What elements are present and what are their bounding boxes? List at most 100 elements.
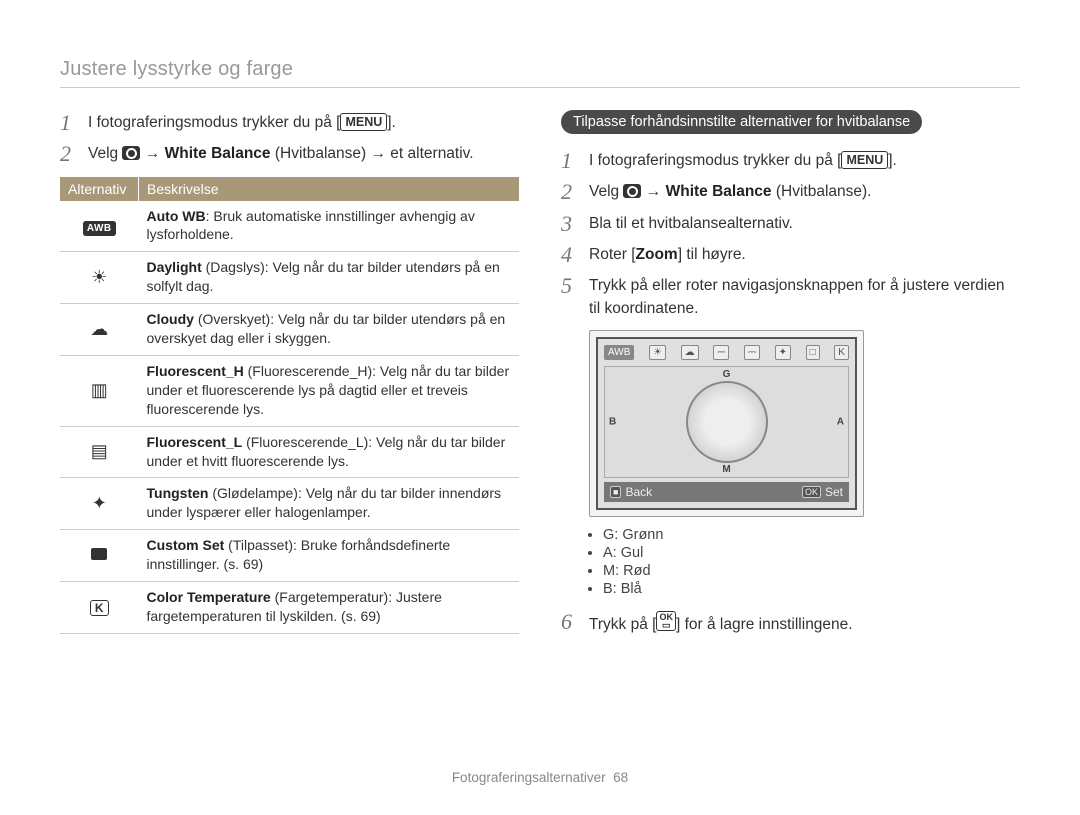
step-text: ] for å lagre innstillingene.	[676, 616, 853, 633]
step-number: 1	[561, 148, 579, 173]
option-paren: (Glødelampe)	[208, 485, 297, 501]
option-paren: (Tilpasset)	[224, 537, 293, 553]
menu-button-label: MENU	[340, 113, 387, 131]
table-row: ▥ Fluorescent_H (Fluorescerende_H): Velg…	[60, 355, 519, 426]
k-icon: K	[90, 600, 109, 616]
step-text: I fotograferingsmodus trykker du på [	[88, 114, 340, 131]
step-number: 1	[60, 110, 78, 135]
device-screenshot: AWB ☀ ☁ ⎓ ⎓ ✦ □ K G A M B	[589, 330, 864, 517]
step-text: Trykk på [	[589, 616, 656, 633]
axis-g: G	[723, 369, 731, 380]
step-text: Bla til et hvitbalansealternativ.	[589, 211, 1020, 235]
ok-icon: OK▭	[656, 611, 676, 631]
wb-icon-row: AWB ☀ ☁ ⎓ ⎓ ✦ □ K	[604, 345, 849, 360]
step-number: 6	[561, 609, 579, 634]
fluorescent-l-icon: ▤	[91, 442, 108, 460]
option-name: Daylight	[147, 259, 202, 275]
table-row: K Color Temperature (Fargetemperatur): J…	[60, 581, 519, 633]
step-text: (Hvitbalanse).	[772, 183, 872, 200]
table-row: ▤ Fluorescent_L (Fluorescerende_L): Velg…	[60, 426, 519, 478]
nav-wheel	[686, 381, 768, 463]
menu-button-label: MENU	[841, 151, 888, 169]
right-step-3: 3 Bla til et hvitbalansealternativ.	[561, 211, 1020, 236]
wb-icon: □	[806, 345, 820, 360]
options-table: Alternativ Beskrivelse AWB Auto WB: Bruk…	[60, 177, 519, 634]
option-paren: (Dagslys)	[202, 259, 265, 275]
option-name: Auto WB	[147, 208, 206, 224]
custom-set-icon	[91, 548, 107, 560]
step-text: → et alternativ.	[371, 145, 474, 162]
left-step-2: 2 Velg → White Balance (Hvitbalanse) → e…	[60, 141, 519, 166]
set-indicator: OKSet	[802, 485, 843, 499]
tungsten-icon: ✦	[92, 494, 107, 512]
right-step-2: 2 Velg → White Balance (Hvitbalanse).	[561, 179, 1020, 204]
option-name: Fluorescent_L	[147, 434, 243, 450]
table-header-description: Beskrivelse	[139, 177, 520, 201]
step-number: 2	[561, 179, 579, 204]
option-name: Fluorescent_H	[147, 363, 244, 379]
right-column: Tilpasse forhåndsinnstilte alternativer …	[561, 110, 1020, 756]
option-name: Color Temperature	[147, 589, 271, 605]
step-text: ].	[387, 114, 396, 131]
step-text: Trykk på eller roter navigasjonsknappen …	[589, 273, 1020, 320]
wb-icon: ⎓	[744, 345, 760, 360]
right-step-4: 4 Roter [Zoom] til høyre.	[561, 242, 1020, 267]
wb-icon: AWB	[604, 345, 634, 360]
wb-icon: K	[834, 345, 849, 360]
table-row: AWB Auto WB: Bruk automatiske innstillin…	[60, 201, 519, 252]
left-column: 1 I fotograferingsmodus trykker du på [M…	[60, 110, 519, 756]
table-row: ✦ Tungsten (Glødelampe): Velg når du tar…	[60, 478, 519, 530]
table-header-option: Alternativ	[60, 177, 139, 201]
legend-item: A: Gul	[603, 545, 1020, 561]
white-balance-label: White Balance	[165, 145, 271, 162]
step-number: 5	[561, 273, 579, 298]
sun-icon: ☀	[91, 268, 107, 286]
left-step-1: 1 I fotograferingsmodus trykker du på [M…	[60, 110, 519, 135]
adjustment-grid: G A M B	[604, 366, 849, 478]
table-row: ☁ Cloudy (Overskyet): Velg når du tar bi…	[60, 304, 519, 356]
legend-item: G: Grønn	[603, 527, 1020, 543]
step-number: 2	[60, 141, 78, 166]
step-text: ] til høyre.	[678, 246, 746, 263]
option-paren: (Fluorescerende_H)	[244, 363, 372, 379]
section-badge: Tilpasse forhåndsinnstilte alternativer …	[561, 110, 922, 134]
page-title: Justere lysstyrke og farge	[60, 58, 1020, 88]
step-text: Roter [	[589, 246, 636, 263]
right-step-6: 6 Trykk på [OK▭] for å lagre innstilling…	[561, 609, 1020, 636]
option-paren: (Fluorescerende_L)	[242, 434, 368, 450]
right-step-1: 1 I fotograferingsmodus trykker du på [M…	[561, 148, 1020, 173]
back-indicator: ■Back	[610, 485, 652, 499]
wb-icon: ☁	[681, 345, 699, 360]
footer-page-number: 68	[613, 770, 628, 785]
option-name: Tungsten	[147, 485, 209, 501]
wb-icon: ✦	[775, 345, 791, 360]
color-legend: G: Grønn A: Gul M: Rød B: Blå	[561, 527, 1020, 597]
camera-icon	[122, 146, 140, 160]
wb-icon: ⎓	[713, 345, 729, 360]
step-text: ].	[888, 152, 897, 169]
option-name: Cloudy	[147, 311, 194, 327]
axis-a: A	[837, 417, 844, 428]
footer-section: Fotograferingsalternativer	[452, 770, 606, 785]
step-text: (Hvitbalanse)	[271, 145, 371, 162]
arrow: →	[140, 145, 164, 162]
option-paren: (Overskyet)	[194, 311, 270, 327]
zoom-label: Zoom	[636, 246, 678, 263]
back-btn-icon: ■	[610, 486, 621, 498]
arrow: →	[641, 183, 665, 200]
right-step-5: 5 Trykk på eller roter navigasjonsknappe…	[561, 273, 1020, 320]
option-paren: (Fargetemperatur)	[271, 589, 388, 605]
axis-b: B	[609, 417, 616, 428]
step-text: Velg	[589, 183, 623, 200]
step-text: Velg	[88, 145, 122, 162]
page-footer: Fotograferingsalternativer 68	[60, 756, 1020, 785]
option-name: Custom Set	[147, 537, 225, 553]
legend-item: M: Rød	[603, 563, 1020, 579]
table-row: Custom Set (Tilpasset): Bruke forhåndsde…	[60, 530, 519, 582]
step-number: 4	[561, 242, 579, 267]
step-text: I fotograferingsmodus trykker du på [	[589, 152, 841, 169]
white-balance-label: White Balance	[666, 183, 772, 200]
fluorescent-h-icon: ▥	[91, 381, 108, 399]
table-row: ☀ Daylight (Dagslys): Velg når du tar bi…	[60, 252, 519, 304]
ok-btn-icon: OK	[802, 486, 821, 498]
